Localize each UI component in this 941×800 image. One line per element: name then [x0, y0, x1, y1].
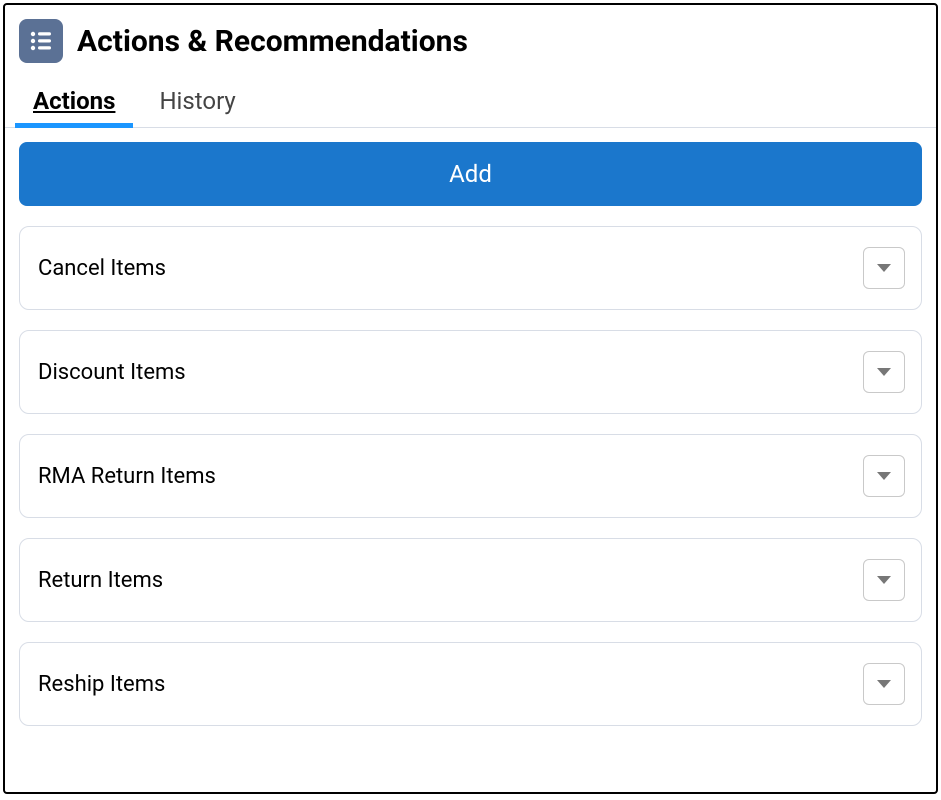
tabs-bar: Actions History — [5, 71, 936, 128]
action-dropdown-button[interactable] — [863, 351, 905, 393]
action-card-return-items[interactable]: Return Items — [19, 538, 922, 622]
action-label: Cancel Items — [38, 256, 166, 281]
panel-header: Actions & Recommendations — [5, 5, 936, 71]
panel-content: Add Cancel Items Discount Items RMA Retu… — [5, 128, 936, 740]
action-label: RMA Return Items — [38, 464, 216, 489]
action-label: Return Items — [38, 568, 163, 593]
action-label: Discount Items — [38, 360, 186, 385]
chevron-down-icon — [877, 264, 891, 272]
chevron-down-icon — [877, 576, 891, 584]
chevron-down-icon — [877, 472, 891, 480]
action-list: Cancel Items Discount Items RMA Return I… — [19, 226, 922, 726]
action-dropdown-button[interactable] — [863, 247, 905, 289]
action-dropdown-button[interactable] — [863, 663, 905, 705]
tab-history[interactable]: History — [159, 87, 235, 127]
action-card-cancel-items[interactable]: Cancel Items — [19, 226, 922, 310]
chevron-down-icon — [877, 368, 891, 376]
tab-actions[interactable]: Actions — [33, 87, 115, 127]
actions-recommendations-panel: Actions & Recommendations Actions Histor… — [3, 3, 938, 794]
list-icon — [19, 19, 63, 63]
action-dropdown-button[interactable] — [863, 455, 905, 497]
action-dropdown-button[interactable] — [863, 559, 905, 601]
action-label: Reship Items — [38, 672, 165, 697]
action-card-reship-items[interactable]: Reship Items — [19, 642, 922, 726]
panel-title: Actions & Recommendations — [77, 24, 468, 59]
action-card-discount-items[interactable]: Discount Items — [19, 330, 922, 414]
add-button[interactable]: Add — [19, 142, 922, 206]
chevron-down-icon — [877, 680, 891, 688]
action-card-rma-return-items[interactable]: RMA Return Items — [19, 434, 922, 518]
